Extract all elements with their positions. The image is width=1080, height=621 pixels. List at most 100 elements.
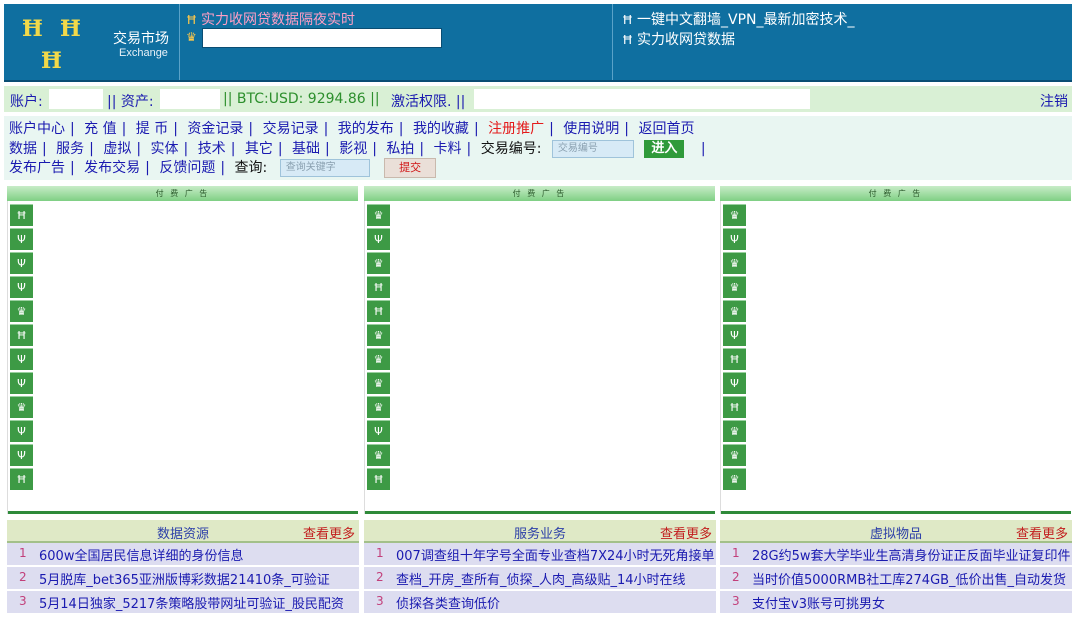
site-logo[interactable]: Ħ Ħ Ħ bbox=[4, 4, 102, 80]
view-more-link[interactable]: 查看更多 bbox=[303, 523, 355, 542]
ad-slot-icon[interactable]: Ψ bbox=[723, 372, 746, 394]
nav-instructions[interactable]: 使用说明 bbox=[563, 121, 619, 137]
submit-button[interactable]: 提交 bbox=[384, 158, 437, 178]
ad-slot-icon[interactable]: Ħ bbox=[367, 276, 390, 298]
list-item-link[interactable]: 5月脱库_bet365亚洲版博彩数据21410条_可验证 bbox=[39, 569, 330, 588]
ad-slot-icon[interactable]: Ħ bbox=[367, 468, 390, 490]
list-item[interactable]: 3 侦探各类查询低价 bbox=[364, 591, 716, 615]
ad-slot-icon[interactable]: ♛ bbox=[367, 372, 390, 394]
list-item-link[interactable]: 当时价值5000RMB社工库274GB_低价出售_自动发货 bbox=[752, 569, 1066, 588]
ad-slot-icon[interactable]: ♛ bbox=[367, 444, 390, 466]
header-news-right: Ħ 一键中文翻墙_VPN_最新加密技术_ Ħ 实力收网贷数据 bbox=[618, 4, 1072, 80]
ad-slot-icon[interactable]: ♛ bbox=[723, 276, 746, 298]
ad-slot-icon[interactable]: Ψ bbox=[10, 252, 33, 274]
nav-cat-private[interactable]: 私拍 bbox=[386, 141, 414, 157]
nav-referral[interactable]: 注册推广 bbox=[488, 121, 544, 137]
list-item-link[interactable]: 查档_开房_查所有_侦探_人肉_高级贴_14小时在线 bbox=[396, 569, 686, 588]
ad-slot-icon[interactable]: ♛ bbox=[723, 204, 746, 226]
ad-slot-icon[interactable]: ♛ bbox=[723, 420, 746, 442]
exchange-title: 交易市场 Exchange bbox=[107, 4, 180, 80]
header-news-link[interactable]: Ħ 实力收网贷数据隔夜实时 bbox=[186, 9, 355, 29]
list-item[interactable]: 2 5月脱库_bet365亚洲版博彩数据21410条_可验证 bbox=[7, 567, 359, 591]
nav-cat-service[interactable]: 服务 bbox=[56, 141, 84, 157]
nav-my-favorites[interactable]: 我的收藏 bbox=[413, 121, 469, 137]
enter-button[interactable]: 进入 bbox=[644, 140, 685, 158]
nav-cat-tech[interactable]: 技术 bbox=[198, 141, 226, 157]
ad-slot-icon[interactable]: ♛ bbox=[10, 396, 33, 418]
ad-slot-icon[interactable]: ♛ bbox=[367, 348, 390, 370]
ad-slot-icon[interactable]: Ψ bbox=[10, 372, 33, 394]
list-header: 服务业务 查看更多 bbox=[364, 520, 716, 543]
nav-cat-card[interactable]: 卡料 bbox=[434, 141, 462, 157]
ad-slot-icon[interactable]: Ψ bbox=[367, 228, 390, 250]
nav-cat-other[interactable]: 其它 bbox=[245, 141, 273, 157]
ad-slot-icon[interactable]: Ħ bbox=[367, 300, 390, 322]
list-item[interactable]: 1 600w全国居民信息详细的身份信息 bbox=[7, 543, 359, 567]
nav-cat-video[interactable]: 影视 bbox=[339, 141, 367, 157]
trade-number-input[interactable]: 交易编号 bbox=[551, 140, 634, 158]
list-item[interactable]: 1 007调查组十年字号全面专业查档7X24小时无死角接单 bbox=[364, 543, 716, 567]
ad-slot-icon[interactable]: Ħ bbox=[723, 396, 746, 418]
ad-slot-icon[interactable]: Ψ bbox=[10, 276, 33, 298]
view-more-link[interactable]: 查看更多 bbox=[660, 523, 712, 542]
nav-feedback[interactable]: 反馈问题 bbox=[159, 160, 215, 176]
ad-slot-icon[interactable]: Ψ bbox=[10, 228, 33, 250]
ad-slot-icon[interactable]: Ψ bbox=[10, 348, 33, 370]
logout-link[interactable]: 注销 bbox=[1040, 91, 1068, 111]
ad-slot-icon[interactable]: Ψ bbox=[723, 324, 746, 346]
list-item-number: 1 bbox=[732, 546, 740, 560]
nav-cat-physical[interactable]: 实体 bbox=[151, 141, 179, 157]
list-item-number: 2 bbox=[376, 570, 384, 584]
nav-deposit[interactable]: 充 值 bbox=[84, 121, 116, 137]
ad-slot-icon[interactable]: ♛ bbox=[367, 252, 390, 274]
nav-cat-basic[interactable]: 基础 bbox=[292, 141, 320, 157]
list-item-link[interactable]: 28G约5w套大学毕业生高清身份证正反面毕业证复印件 bbox=[752, 545, 1071, 564]
ad-slot-icon[interactable]: ♛ bbox=[723, 252, 746, 274]
ad-slot-icon[interactable]: ♛ bbox=[367, 324, 390, 346]
list-item-link[interactable]: 5月14日独家_5217条策略股带网址可验证_股民配资 bbox=[39, 593, 344, 612]
nav-account-center[interactable]: 账户中心 bbox=[9, 121, 65, 137]
ad-slot-icon[interactable]: ♛ bbox=[367, 396, 390, 418]
ad-slot-icon[interactable]: Ψ bbox=[10, 444, 33, 466]
list-item[interactable]: 2 当时价值5000RMB社工库274GB_低价出售_自动发货 bbox=[720, 567, 1072, 591]
list-item-link[interactable]: 支付宝v3账号可挑男女 bbox=[752, 593, 885, 612]
ad-slot-icon[interactable]: ♛ bbox=[367, 204, 390, 226]
nav-my-posts[interactable]: 我的发布 bbox=[338, 121, 394, 137]
list-item-link[interactable]: 600w全国居民信息详细的身份信息 bbox=[39, 545, 243, 564]
nav-withdraw[interactable]: 提 币 bbox=[136, 121, 168, 137]
header-news-link[interactable]: Ħ 实力收网贷数据 bbox=[622, 29, 735, 49]
ad-slot-icon[interactable]: ♛ bbox=[723, 468, 746, 490]
ad-slot-icon[interactable]: ♛ bbox=[723, 300, 746, 322]
ad-slot-icon[interactable]: Ħ bbox=[10, 324, 33, 346]
nav-home[interactable]: 返回首页 bbox=[638, 121, 694, 137]
ad-slot-icon[interactable]: ♛ bbox=[10, 300, 33, 322]
list-item-link[interactable]: 007调查组十年字号全面专业查档7X24小时无死角接单 bbox=[396, 545, 715, 564]
logo-glyph: Ħ bbox=[60, 16, 81, 42]
search-input[interactable]: 查询关键字 bbox=[279, 159, 370, 177]
ad-slot-icon[interactable]: Ψ bbox=[723, 228, 746, 250]
account-value bbox=[49, 89, 103, 109]
nav-post-ad[interactable]: 发布广告 bbox=[9, 160, 65, 176]
list-item-link[interactable]: 侦探各类查询低价 bbox=[396, 593, 500, 612]
nav-cat-data[interactable]: 数据 bbox=[9, 141, 37, 157]
nav-cat-virtual[interactable]: 虚拟 bbox=[103, 141, 131, 157]
ad-slot-icon[interactable]: Ħ bbox=[10, 204, 33, 226]
ad-slot-icon[interactable]: Ψ bbox=[367, 420, 390, 442]
list-item[interactable]: 2 查档_开房_查所有_侦探_人肉_高级贴_14小时在线 bbox=[364, 567, 716, 591]
view-more-link[interactable]: 查看更多 bbox=[1016, 523, 1068, 542]
ad-slot-icon[interactable]: ♛ bbox=[723, 444, 746, 466]
list-item[interactable]: 3 支付宝v3账号可挑男女 bbox=[720, 591, 1072, 615]
header-ticker-input[interactable] bbox=[202, 28, 442, 48]
header-news-link[interactable]: Ħ 一键中文翻墙_VPN_最新加密技术_ bbox=[622, 9, 855, 29]
activate-link[interactable]: 激活权限. || bbox=[391, 91, 465, 111]
list-item[interactable]: 3 5月14日独家_5217条策略股带网址可验证_股民配资 bbox=[7, 591, 359, 615]
list-item[interactable]: 1 28G约5w套大学毕业生高清身份证正反面毕业证复印件 bbox=[720, 543, 1072, 567]
nav-trade-record[interactable]: 交易记录 bbox=[263, 121, 319, 137]
ad-slot-icon[interactable]: Ψ bbox=[10, 420, 33, 442]
ad-slot-icon[interactable]: Ħ bbox=[723, 348, 746, 370]
nav-funds-record[interactable]: 资金记录 bbox=[187, 121, 243, 137]
nav-post-trade[interactable]: 发布交易 bbox=[84, 160, 140, 176]
list-panel-data: 数据资源 查看更多 1 600w全国居民信息详细的身份信息 2 5月脱库_bet… bbox=[7, 520, 359, 621]
ad-slot-icon[interactable]: Ħ bbox=[10, 468, 33, 490]
list-item-number: 3 bbox=[376, 594, 384, 608]
